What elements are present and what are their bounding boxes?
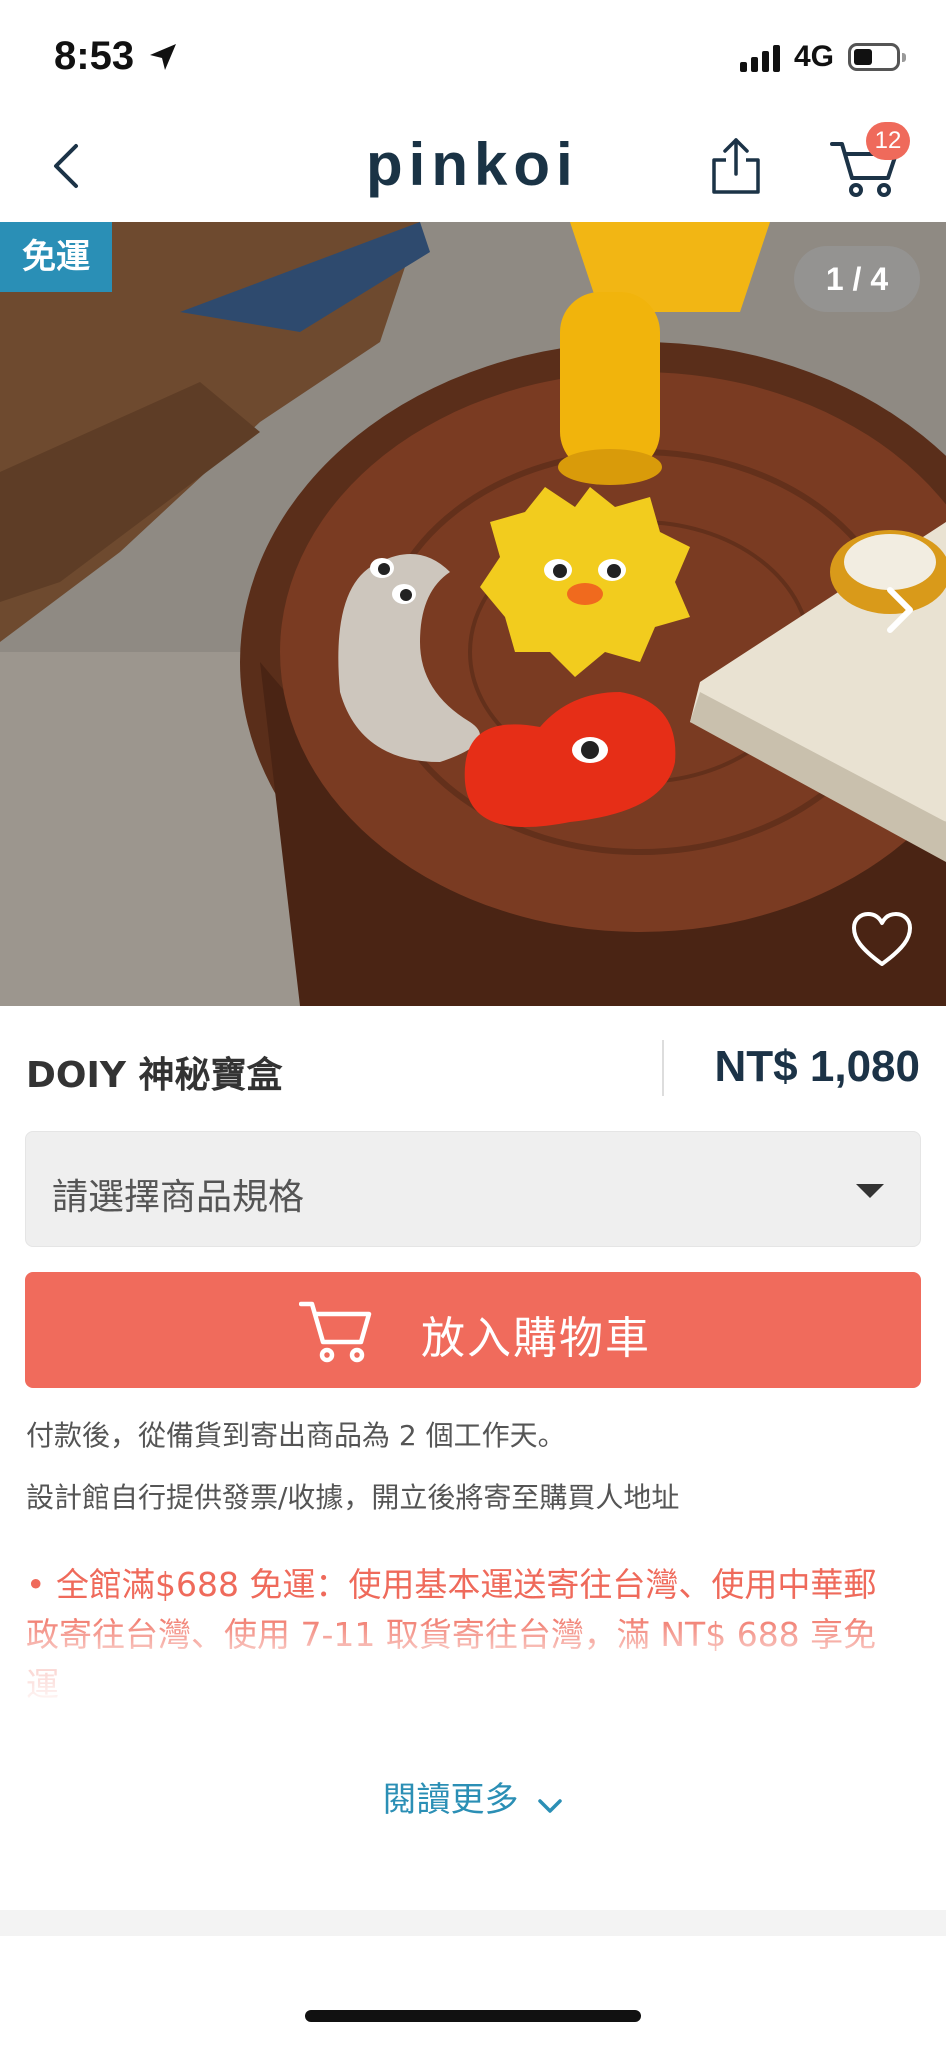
free-shipping-tag: 免運 bbox=[0, 222, 112, 292]
signal-icon bbox=[740, 44, 780, 72]
status-bar: 8:53 4G bbox=[0, 0, 946, 110]
product-price: NT$ 1,080 bbox=[714, 1042, 920, 1091]
spec-select-dropdown[interactable]: 請選擇商品規格 bbox=[25, 1131, 921, 1247]
product-title: DOIY 神秘寶盒 bbox=[26, 1055, 283, 1096]
promo-block: • 全館滿$688 免運：使用基本運送寄往台灣、使用中華郵政寄往台灣、使用 7-… bbox=[26, 1560, 906, 1710]
favorite-heart-icon[interactable] bbox=[850, 910, 914, 968]
read-more-link[interactable]: 閱讀更多 bbox=[0, 1772, 946, 1821]
back-arrow-icon[interactable] bbox=[44, 138, 92, 194]
top-nav: pinkoi 12 bbox=[0, 110, 946, 222]
section-separator bbox=[0, 1910, 946, 1936]
read-more-label: 閱讀更多 bbox=[382, 1780, 519, 1820]
cart-count-badge: 12 bbox=[866, 122, 910, 160]
battery-icon bbox=[848, 43, 906, 71]
product-image-gallery[interactable]: 免運 1 / 4 bbox=[0, 222, 946, 1006]
title-divider bbox=[662, 1040, 664, 1096]
shipping-time-info: 付款後，從備貨到寄出商品為 2 個工作天。 bbox=[26, 1419, 566, 1452]
status-time: 8:53 bbox=[54, 34, 135, 78]
pinkoi-logo[interactable]: pinkoi bbox=[366, 130, 579, 199]
product-title-row: DOIY 神秘寶盒 NT$ 1,080 bbox=[0, 1006, 946, 1130]
promo-fade-overlay bbox=[26, 1610, 906, 1710]
next-image-arrow-icon[interactable] bbox=[880, 580, 920, 640]
cart-icon bbox=[299, 1301, 372, 1363]
location-arrow-icon bbox=[150, 44, 176, 70]
caret-down-icon bbox=[856, 1184, 884, 1198]
image-counter: 1 / 4 bbox=[794, 246, 920, 312]
add-to-cart-button[interactable]: 放入購物車 bbox=[25, 1272, 921, 1388]
chevron-down-icon bbox=[537, 1798, 562, 1813]
network-type: 4G bbox=[794, 40, 835, 73]
home-indicator[interactable] bbox=[305, 2010, 641, 2022]
spec-select-placeholder: 請選擇商品規格 bbox=[52, 1177, 305, 1218]
product-page: 8:53 4G pinkoi 12 免運 1 / 4 DOIY 神秘寶盒 NT$… bbox=[0, 0, 946, 2048]
product-photo bbox=[0, 222, 946, 1006]
invoice-info: 設計館自行提供發票/收據，開立後將寄至購買人地址 bbox=[26, 1481, 680, 1514]
share-icon[interactable] bbox=[710, 136, 762, 196]
add-to-cart-label: 放入購物車 bbox=[421, 1313, 651, 1364]
